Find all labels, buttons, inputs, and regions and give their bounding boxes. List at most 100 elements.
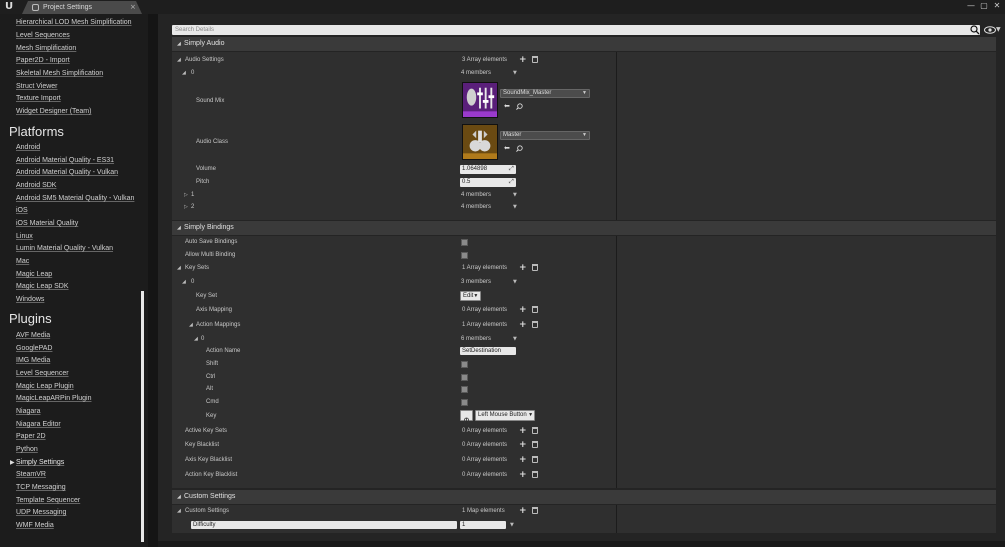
sidebar-item-steamvr[interactable]: SteamVR <box>16 470 46 480</box>
expand-arrow-icon[interactable]: ◢ <box>177 506 181 516</box>
map-value-input[interactable]: 1 <box>460 521 506 529</box>
expand-arrow-icon[interactable]: ▷ <box>184 190 188 200</box>
splitter[interactable] <box>148 14 158 547</box>
use-selected-arrow-icon[interactable]: ⬅ <box>504 144 510 152</box>
sidebar-item-img-media[interactable]: IMG Media <box>16 356 50 366</box>
sidebar-item-android-sm5-mq-vulkan[interactable]: Android SM5 Material Quality - Vulkan <box>16 194 134 204</box>
tab-project-settings[interactable]: Project Settings × <box>22 1 142 14</box>
add-element-icon[interactable]: + <box>519 55 527 65</box>
delete-all-icon[interactable] <box>532 427 538 434</box>
sidebar-item-skeletal-mesh-simplification[interactable]: Skeletal Mesh Simplification <box>16 69 103 79</box>
sidebar-item-linux[interactable]: Linux <box>16 232 33 242</box>
sidebar-item-mesh-simplification[interactable]: Mesh Simplification <box>16 44 76 54</box>
ctrl-checkbox[interactable] <box>461 374 468 381</box>
sidebar-item-niagara-editor[interactable]: Niagara Editor <box>16 420 61 430</box>
maximize-button[interactable]: ▢ <box>978 1 990 11</box>
sound-mix-thumbnail[interactable] <box>462 82 498 118</box>
sidebar-item-level-sequencer[interactable]: Level Sequencer <box>16 369 69 379</box>
chevron-down-icon[interactable]: ▼ <box>513 190 517 200</box>
expand-arrow-icon[interactable]: ◢ <box>194 334 198 344</box>
sidebar-item-magic-leap-plugin[interactable]: Magic Leap Plugin <box>16 382 74 392</box>
sidebar-item-magic-leap-sdk[interactable]: Magic Leap SDK <box>16 282 69 292</box>
delete-all-icon[interactable] <box>532 507 538 514</box>
sidebar-item-simply-settings[interactable]: Simply Settings <box>16 458 64 468</box>
add-element-icon[interactable]: + <box>519 263 527 273</box>
sidebar-item-udp-messaging[interactable]: UDP Messaging <box>16 508 66 518</box>
sidebar-item-wmf-media[interactable]: WMF Media <box>16 521 54 531</box>
delete-all-icon[interactable] <box>532 441 538 448</box>
sidebar-item-tcp-messaging[interactable]: TCP Messaging <box>16 483 66 493</box>
shift-checkbox[interactable] <box>461 361 468 368</box>
expand-arrow-icon[interactable]: ◢ <box>189 320 193 330</box>
browse-search-icon[interactable] <box>516 103 523 110</box>
tab-close-icon[interactable]: × <box>130 2 136 13</box>
expand-arrow-icon[interactable]: ◢ <box>182 68 186 78</box>
alt-checkbox[interactable] <box>461 386 468 393</box>
chevron-down-icon[interactable]: ▼ <box>513 334 517 344</box>
map-key-input[interactable]: Difficulty <box>191 521 457 529</box>
sidebar-item-niagara[interactable]: Niagara <box>16 407 41 417</box>
delete-all-icon[interactable] <box>532 264 538 271</box>
add-element-icon[interactable]: + <box>519 426 527 436</box>
sidebar-item-python[interactable]: Python <box>16 445 38 455</box>
use-selected-arrow-icon[interactable]: ⬅ <box>504 102 510 110</box>
search-icon[interactable] <box>970 25 980 35</box>
view-options-chevron-down-icon[interactable]: ▼ <box>996 25 1001 35</box>
audio-class-thumbnail[interactable] <box>462 124 498 160</box>
sidebar-item-magicleap-arpin-plugin[interactable]: MagicLeapARPin Plugin <box>16 394 92 404</box>
key-selector-button[interactable] <box>460 410 473 426</box>
sidebar-item-ios-material-quality[interactable]: iOS Material Quality <box>16 219 78 229</box>
add-element-icon[interactable]: + <box>519 470 527 480</box>
expand-arrow-icon[interactable]: ◢ <box>182 277 186 287</box>
sound-mix-asset-picker[interactable]: SoundMix_Master ▼ <box>500 89 590 98</box>
chevron-down-icon[interactable]: ▼ <box>513 202 517 212</box>
add-element-icon[interactable]: + <box>519 320 527 330</box>
key-set-edit-button[interactable]: Edit▼ <box>460 291 482 301</box>
category-custom-settings[interactable]: ◢ Custom Settings <box>172 490 996 504</box>
minimize-button[interactable]: — <box>965 1 977 11</box>
sidebar-item-android-mq-es31[interactable]: Android Material Quality - ES31 <box>16 156 114 166</box>
sidebar-item-android-sdk[interactable]: Android SDK <box>16 181 56 191</box>
sidebar-scrollbar[interactable] <box>141 291 144 542</box>
sidebar-item-paper-2d[interactable]: Paper 2D <box>16 432 46 442</box>
chevron-down-icon[interactable]: ▼ <box>510 520 514 530</box>
chevron-down-icon[interactable]: ▼ <box>513 277 517 287</box>
category-simply-audio[interactable]: ◢ Simply Audio <box>172 37 996 51</box>
delete-all-icon[interactable] <box>532 471 538 478</box>
sidebar-item-struct-viewer[interactable]: Struct Viewer <box>16 82 58 92</box>
sidebar-item-hlod-mesh-simplification[interactable]: Hierarchical LOD Mesh Simplification <box>16 18 132 28</box>
sidebar-item-widget-designer[interactable]: Widget Designer (Team) <box>16 107 91 117</box>
delete-all-icon[interactable] <box>532 56 538 63</box>
sidebar-item-paper2d-import[interactable]: Paper2D - Import <box>16 56 70 66</box>
sidebar-item-android-mq-vulkan[interactable]: Android Material Quality - Vulkan <box>16 168 118 178</box>
sidebar-item-mac[interactable]: Mac <box>16 257 29 267</box>
pitch-input[interactable]: 0.5 ⤢ <box>460 178 516 187</box>
category-simply-bindings[interactable]: ◢ Simply Bindings <box>172 221 996 235</box>
sidebar-item-template-sequencer[interactable]: Template Sequencer <box>16 496 80 506</box>
delete-all-icon[interactable] <box>532 456 538 463</box>
sidebar-item-avf-media[interactable]: AVF Media <box>16 331 50 341</box>
cmd-checkbox[interactable] <box>461 399 468 406</box>
sidebar-item-windows[interactable]: Windows <box>16 295 44 305</box>
chevron-down-icon[interactable]: ▼ <box>513 68 517 78</box>
view-options-eye-icon[interactable] <box>984 25 996 35</box>
key-dropdown[interactable]: Left Mouse Button ▼ <box>475 410 535 421</box>
close-button[interactable]: ✕ <box>991 1 1003 11</box>
expand-arrow-icon[interactable]: ◢ <box>177 55 181 65</box>
volume-input[interactable]: 1.064898 ⤢ <box>460 165 516 174</box>
search-input[interactable]: Search Details <box>172 25 980 35</box>
add-element-icon[interactable]: + <box>519 455 527 465</box>
sidebar-item-level-sequences[interactable]: Level Sequences <box>16 31 70 41</box>
add-element-icon[interactable]: + <box>519 305 527 315</box>
sidebar-item-googlepad[interactable]: GooglePAD <box>16 344 52 354</box>
add-element-icon[interactable]: + <box>519 506 527 516</box>
expand-arrow-icon[interactable]: ▷ <box>184 202 188 212</box>
add-element-icon[interactable]: + <box>519 440 527 450</box>
delete-all-icon[interactable] <box>532 306 538 313</box>
allow-multi-binding-checkbox[interactable] <box>461 252 468 259</box>
sidebar-item-magic-leap[interactable]: Magic Leap <box>16 270 52 280</box>
sidebar-item-android[interactable]: Android <box>16 143 40 153</box>
sidebar-item-ios[interactable]: iOS <box>16 206 28 216</box>
delete-all-icon[interactable] <box>532 321 538 328</box>
sidebar-item-texture-import[interactable]: Texture Import <box>16 94 61 104</box>
